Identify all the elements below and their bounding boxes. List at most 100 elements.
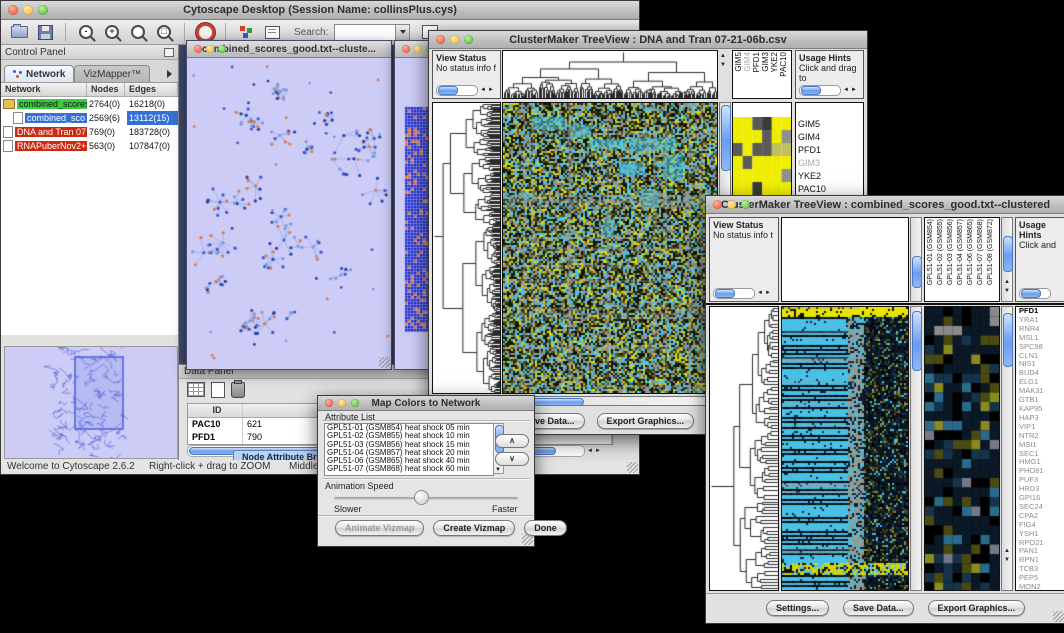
gene-label[interactable]: GIM3 <box>796 157 863 170</box>
gene-dendrogram[interactable] <box>710 307 778 590</box>
select-attributes-icon[interactable] <box>187 382 205 397</box>
scroll-left-icon[interactable]: ◄ <box>843 86 849 94</box>
column-label[interactable]: GIM4 <box>743 52 752 72</box>
move-down-button[interactable]: ∨ <box>495 452 529 466</box>
column-label[interactable]: PFD1 <box>752 52 761 72</box>
hints-scrollbar[interactable] <box>1019 288 1051 298</box>
column-dendrogram-panel[interactable] <box>781 217 909 302</box>
column-label[interactable]: GPL51-06 (GSM865) <box>966 219 976 285</box>
treeview-titlebar[interactable]: ClusterMaker TreeView : combined_scores_… <box>706 196 1064 214</box>
scroll-up-icon[interactable]: ▲ <box>1004 547 1010 555</box>
column-label[interactable]: PAC10 <box>779 52 788 77</box>
move-up-button[interactable]: ∧ <box>495 434 529 448</box>
attribute-item[interactable]: GPL51-07 (GSM868) heat shock 60 min <box>325 465 493 473</box>
scroll-down-icon[interactable]: ▼ <box>1004 287 1010 295</box>
new-attribute-icon[interactable] <box>211 382 225 398</box>
scroll-left-icon[interactable]: ◄ <box>757 289 763 297</box>
network-view-titlebar[interactable]: combined_scores_good.txt--cluste... <box>187 41 391 58</box>
column-labels-scrollbar[interactable]: ▲▼ <box>1001 217 1013 302</box>
tab-vizmapper[interactable]: VizMapper™ <box>74 65 150 82</box>
scroll-down-icon[interactable]: ▼ <box>720 61 726 69</box>
zoom-out-button[interactable]: - <box>74 22 98 43</box>
column-header-network[interactable]: Network <box>1 83 87 96</box>
resize-grip[interactable] <box>627 462 638 473</box>
zoomed-heatmap[interactable] <box>733 117 791 195</box>
column-label[interactable]: YKE2 <box>770 52 779 72</box>
column-header-nodes[interactable]: Nodes <box>87 83 125 96</box>
gene-label[interactable]: YKE2 <box>796 170 863 183</box>
close-button[interactable] <box>402 45 410 53</box>
status-scrollbar[interactable]: ◄ ► <box>713 288 771 298</box>
column-header-edges[interactable]: Edges <box>125 83 178 96</box>
network-row[interactable]: DNA and Tran 07 769(0) 183728(0) <box>1 125 178 139</box>
scroll-down-icon[interactable]: ▼ <box>1004 556 1010 564</box>
treeview-button[interactable]: Export Graphics... <box>597 413 695 429</box>
column-label[interactable]: GIM3 <box>761 52 770 72</box>
close-button[interactable] <box>8 5 18 15</box>
gene-label[interactable]: GIM4 <box>796 131 863 144</box>
open-session-button[interactable] <box>7 22 31 43</box>
resize-grip[interactable] <box>379 357 390 368</box>
scroll-down-icon[interactable]: ▼ <box>495 466 501 474</box>
float-panel-icon[interactable] <box>164 48 174 57</box>
delete-attribute-icon[interactable] <box>231 382 245 398</box>
treeview-titlebar[interactable]: ClusterMaker TreeView : DNA and Tran 07-… <box>429 31 867 49</box>
column-label[interactable]: GPL51-02 (GSM855) <box>936 219 946 285</box>
gene-label[interactable]: MON2 <box>1016 583 1064 591</box>
column-label[interactable]: GPL51-07 (GSM868) <box>976 219 986 285</box>
treeview-button[interactable]: Export Graphics... <box>928 600 1026 616</box>
scroll-up-icon[interactable]: ▲ <box>1004 278 1010 286</box>
zoom-window-button[interactable] <box>741 200 750 209</box>
dialog-button[interactable]: Animate Vizmap <box>335 520 424 536</box>
column-label[interactable]: GPL51-04 (GSM857) <box>956 219 966 285</box>
network-row-selected[interactable]: combined_sco 2569(6) 13112(15) <box>1 111 178 125</box>
zoom-fit-button[interactable]: □ <box>152 22 176 43</box>
slider-thumb[interactable] <box>414 490 429 505</box>
column-label[interactable]: GPL51-08 (GSM872) <box>986 219 996 285</box>
gene-dendrogram[interactable] <box>433 103 500 393</box>
search-dropdown-arrow[interactable] <box>395 25 409 40</box>
gene-label[interactable]: GIM5 <box>796 118 863 131</box>
network-canvas[interactable] <box>187 58 389 369</box>
scroll-right-icon[interactable]: ► <box>851 86 857 94</box>
main-titlebar[interactable]: Cytoscape Desktop (Session Name: collins… <box>1 1 639 20</box>
resize-grip[interactable] <box>522 534 533 545</box>
network-row[interactable]: combined_scores 2764(0) 16218(0) <box>1 97 178 111</box>
heatmap-canvas[interactable] <box>782 307 908 590</box>
zoom-window-button[interactable] <box>218 45 226 53</box>
birds-eye-view[interactable] <box>4 346 178 459</box>
scroll-up-icon[interactable]: ▲ <box>720 52 726 60</box>
scroll-right-icon[interactable]: ► <box>765 289 771 297</box>
resize-grip[interactable] <box>1053 611 1064 622</box>
zoom-window-button[interactable] <box>351 399 359 407</box>
search-input[interactable] <box>334 24 410 41</box>
hints-scrollbar[interactable]: ◄ ► <box>799 85 857 95</box>
zoomed-heatmap[interactable] <box>925 307 999 590</box>
minimize-button[interactable] <box>206 45 214 53</box>
tab-overflow-button[interactable] <box>162 66 176 82</box>
save-session-button[interactable] <box>33 22 57 43</box>
minimize-button[interactable] <box>338 399 346 407</box>
heatmap-vscrollbar[interactable] <box>910 306 922 591</box>
tab-network[interactable]: Network <box>4 65 74 82</box>
scroll-left-icon[interactable]: ◄ <box>480 86 486 94</box>
column-label[interactable]: GIM5 <box>734 52 743 72</box>
treeview-button[interactable]: Save Data... <box>843 600 914 616</box>
column-label[interactable]: GPL51-01 (GSM854) <box>926 219 936 285</box>
minimize-button[interactable] <box>414 45 422 53</box>
column-label[interactable]: GPL51-03 (GSM856) <box>946 219 956 285</box>
scroll-right-icon[interactable]: ► <box>488 86 494 94</box>
zoom-selected-button[interactable] <box>126 22 150 43</box>
network-row[interactable]: RNAPuberNov2+ 563(0) 107847(0) <box>1 139 178 153</box>
minimize-button[interactable] <box>23 5 33 15</box>
close-button[interactable] <box>436 35 445 44</box>
scroll-right-icon[interactable]: ► <box>595 447 601 455</box>
heatmap-canvas[interactable] <box>503 103 717 393</box>
zoom-in-button[interactable]: + <box>100 22 124 43</box>
minimize-button[interactable] <box>727 200 736 209</box>
column-dendrogram[interactable] <box>503 51 717 98</box>
close-button[interactable] <box>325 399 333 407</box>
dialog-button[interactable]: Create Vizmap <box>433 520 515 536</box>
close-button[interactable] <box>713 200 722 209</box>
close-button[interactable] <box>194 45 202 53</box>
